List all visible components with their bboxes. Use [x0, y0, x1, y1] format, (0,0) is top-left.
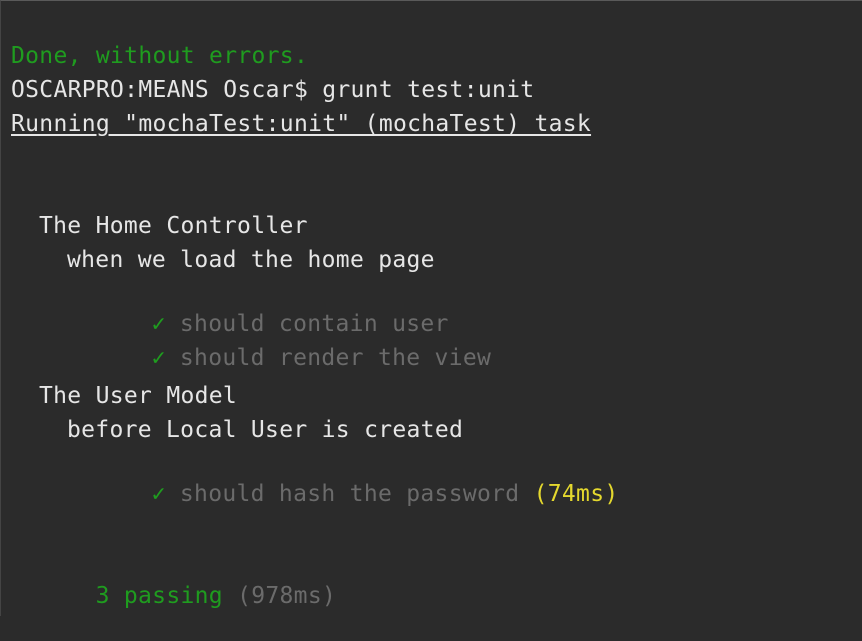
suite-context: before Local User is created — [67, 417, 464, 443]
suite-context: when we load the home page — [67, 247, 435, 273]
command-prompt-line: OSCARPRO:MEANS Oscar$ grunt test:unit — [11, 77, 535, 103]
suite-title: The Home Controller — [39, 213, 308, 239]
checkmark-icon: ✓ — [151, 481, 166, 507]
checkmark-icon: ✓ — [151, 345, 166, 371]
test-name: should hash the password — [179, 481, 520, 507]
test-result-row: ✓ should hash the password (74ms) — [95, 449, 619, 539]
running-task-line: Running "mochaTest:unit" (mochaTest) tas… — [11, 111, 592, 137]
passing-count: 3 passing — [95, 583, 223, 609]
test-name: should render the view — [179, 345, 492, 371]
done-message: Done, without errors. — [11, 43, 309, 69]
total-duration: (978ms) — [237, 583, 337, 609]
summary-line: 3 passing (978ms) — [39, 551, 336, 641]
test-duration: (74ms) — [533, 481, 619, 507]
suite-title: The User Model — [39, 383, 238, 409]
terminal-window[interactable]: Done, without errors. OSCARPRO:MEANS Osc… — [0, 0, 862, 616]
